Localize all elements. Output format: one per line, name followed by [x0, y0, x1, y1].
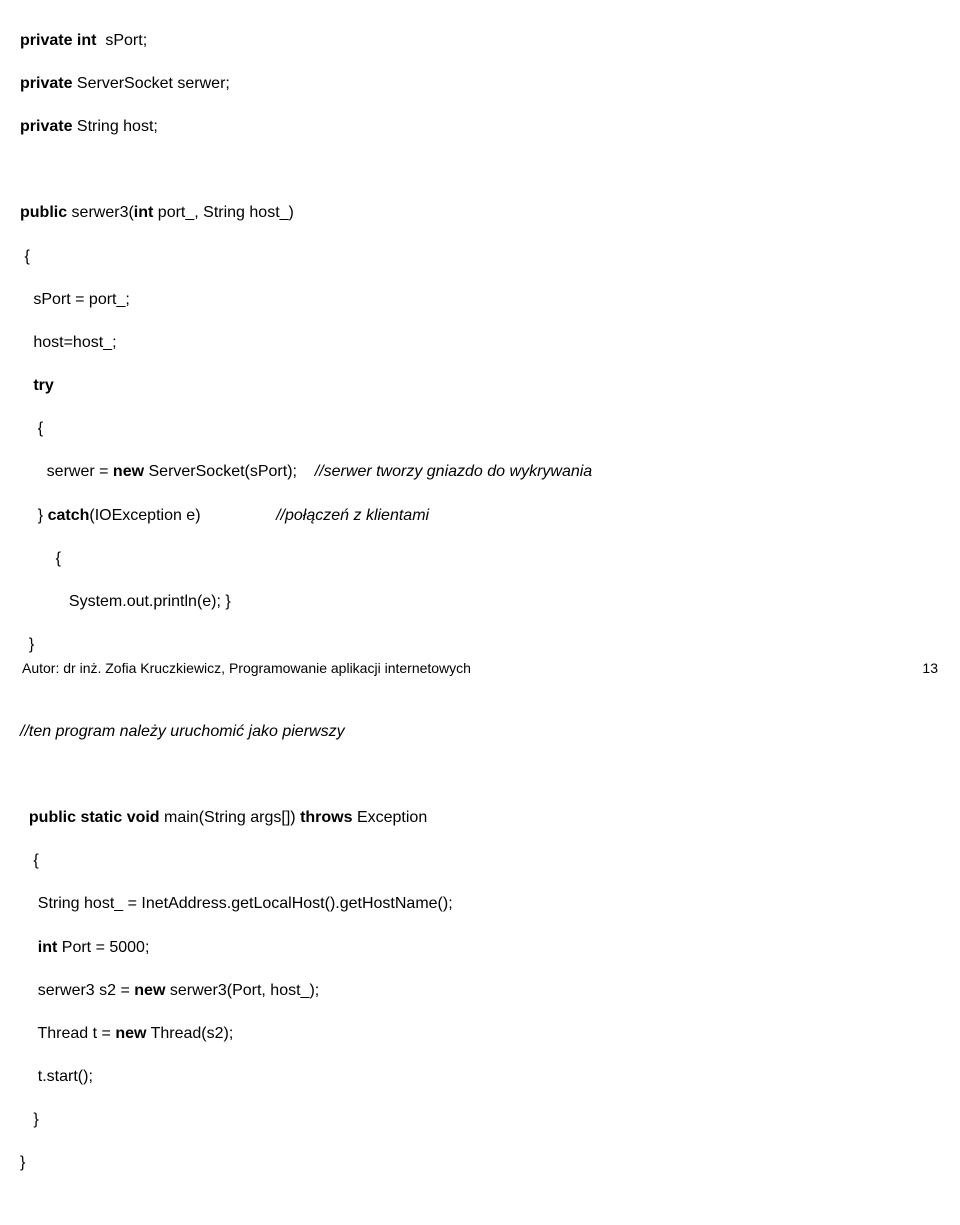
code-text: { [20, 418, 940, 440]
keyword: private [20, 118, 72, 135]
keyword: catch [48, 507, 90, 524]
code-text: main(String args[]) [160, 809, 300, 826]
code-text: Exception [353, 809, 428, 826]
code-block: private int sPort; private ServerSocket … [20, 8, 940, 1217]
page-content: private int sPort; private ServerSocket … [0, 0, 960, 1225]
code-text: host=host_; [20, 332, 940, 354]
keyword: private int [20, 32, 96, 49]
comment: //ten program należy uruchomić jako pier… [20, 721, 940, 743]
footer-author: Autor: dr inż. Zofia Kruczkiewicz, Progr… [22, 660, 471, 676]
code-text: String host_ = InetAddress.getLocalHost(… [20, 893, 940, 915]
code-text: ServerSocket serwer; [72, 75, 229, 92]
keyword: private [20, 75, 72, 92]
keyword: throws [300, 809, 352, 826]
code-text [20, 939, 38, 956]
code-text: port_, String host_) [153, 204, 294, 221]
keyword: public static void [29, 809, 160, 826]
code-text: } [20, 507, 48, 524]
code-text: } [20, 1109, 940, 1131]
keyword: int [38, 939, 58, 956]
code-text: sPort = port_; [20, 289, 940, 311]
code-text [20, 377, 33, 394]
code-text: ServerSocket(sPort); [144, 463, 297, 480]
keyword: new [134, 982, 165, 999]
blank-line [20, 159, 940, 181]
blank-line [20, 677, 940, 699]
keyword: new [115, 1025, 146, 1042]
code-text [201, 507, 277, 524]
code-text [20, 809, 29, 826]
code-text: System.out.println(e); } [20, 591, 940, 613]
code-text: Thread(s2); [146, 1025, 233, 1042]
code-text: String host; [72, 118, 157, 135]
code-text: } [20, 1152, 940, 1174]
blank-line [20, 764, 940, 786]
code-text: serwer3 s2 = [20, 982, 134, 999]
code-text: sPort; [96, 32, 147, 49]
code-text: Thread t = [20, 1025, 115, 1042]
comment: //połączeń z klientami [276, 507, 429, 524]
page-footer: Autor: dr inż. Zofia Kruczkiewicz, Progr… [22, 660, 938, 676]
code-text: { [20, 246, 940, 268]
code-text: serwer = [20, 463, 113, 480]
code-text: } [20, 634, 940, 656]
keyword: public [20, 204, 67, 221]
keyword: try [33, 377, 53, 394]
code-text: { [20, 850, 940, 872]
keyword: int [134, 204, 154, 221]
code-text: t.start(); [20, 1066, 940, 1088]
keyword: new [113, 463, 144, 480]
code-text [297, 463, 315, 480]
code-text: { [20, 548, 940, 570]
code-text: (IOException e) [89, 507, 200, 524]
code-text: serwer3(Port, host_); [165, 982, 319, 999]
code-text: serwer3( [67, 204, 134, 221]
comment: //serwer tworzy gniazdo do wykrywania [315, 463, 592, 480]
code-text: Port = 5000; [57, 939, 149, 956]
page-number: 13 [922, 660, 938, 676]
